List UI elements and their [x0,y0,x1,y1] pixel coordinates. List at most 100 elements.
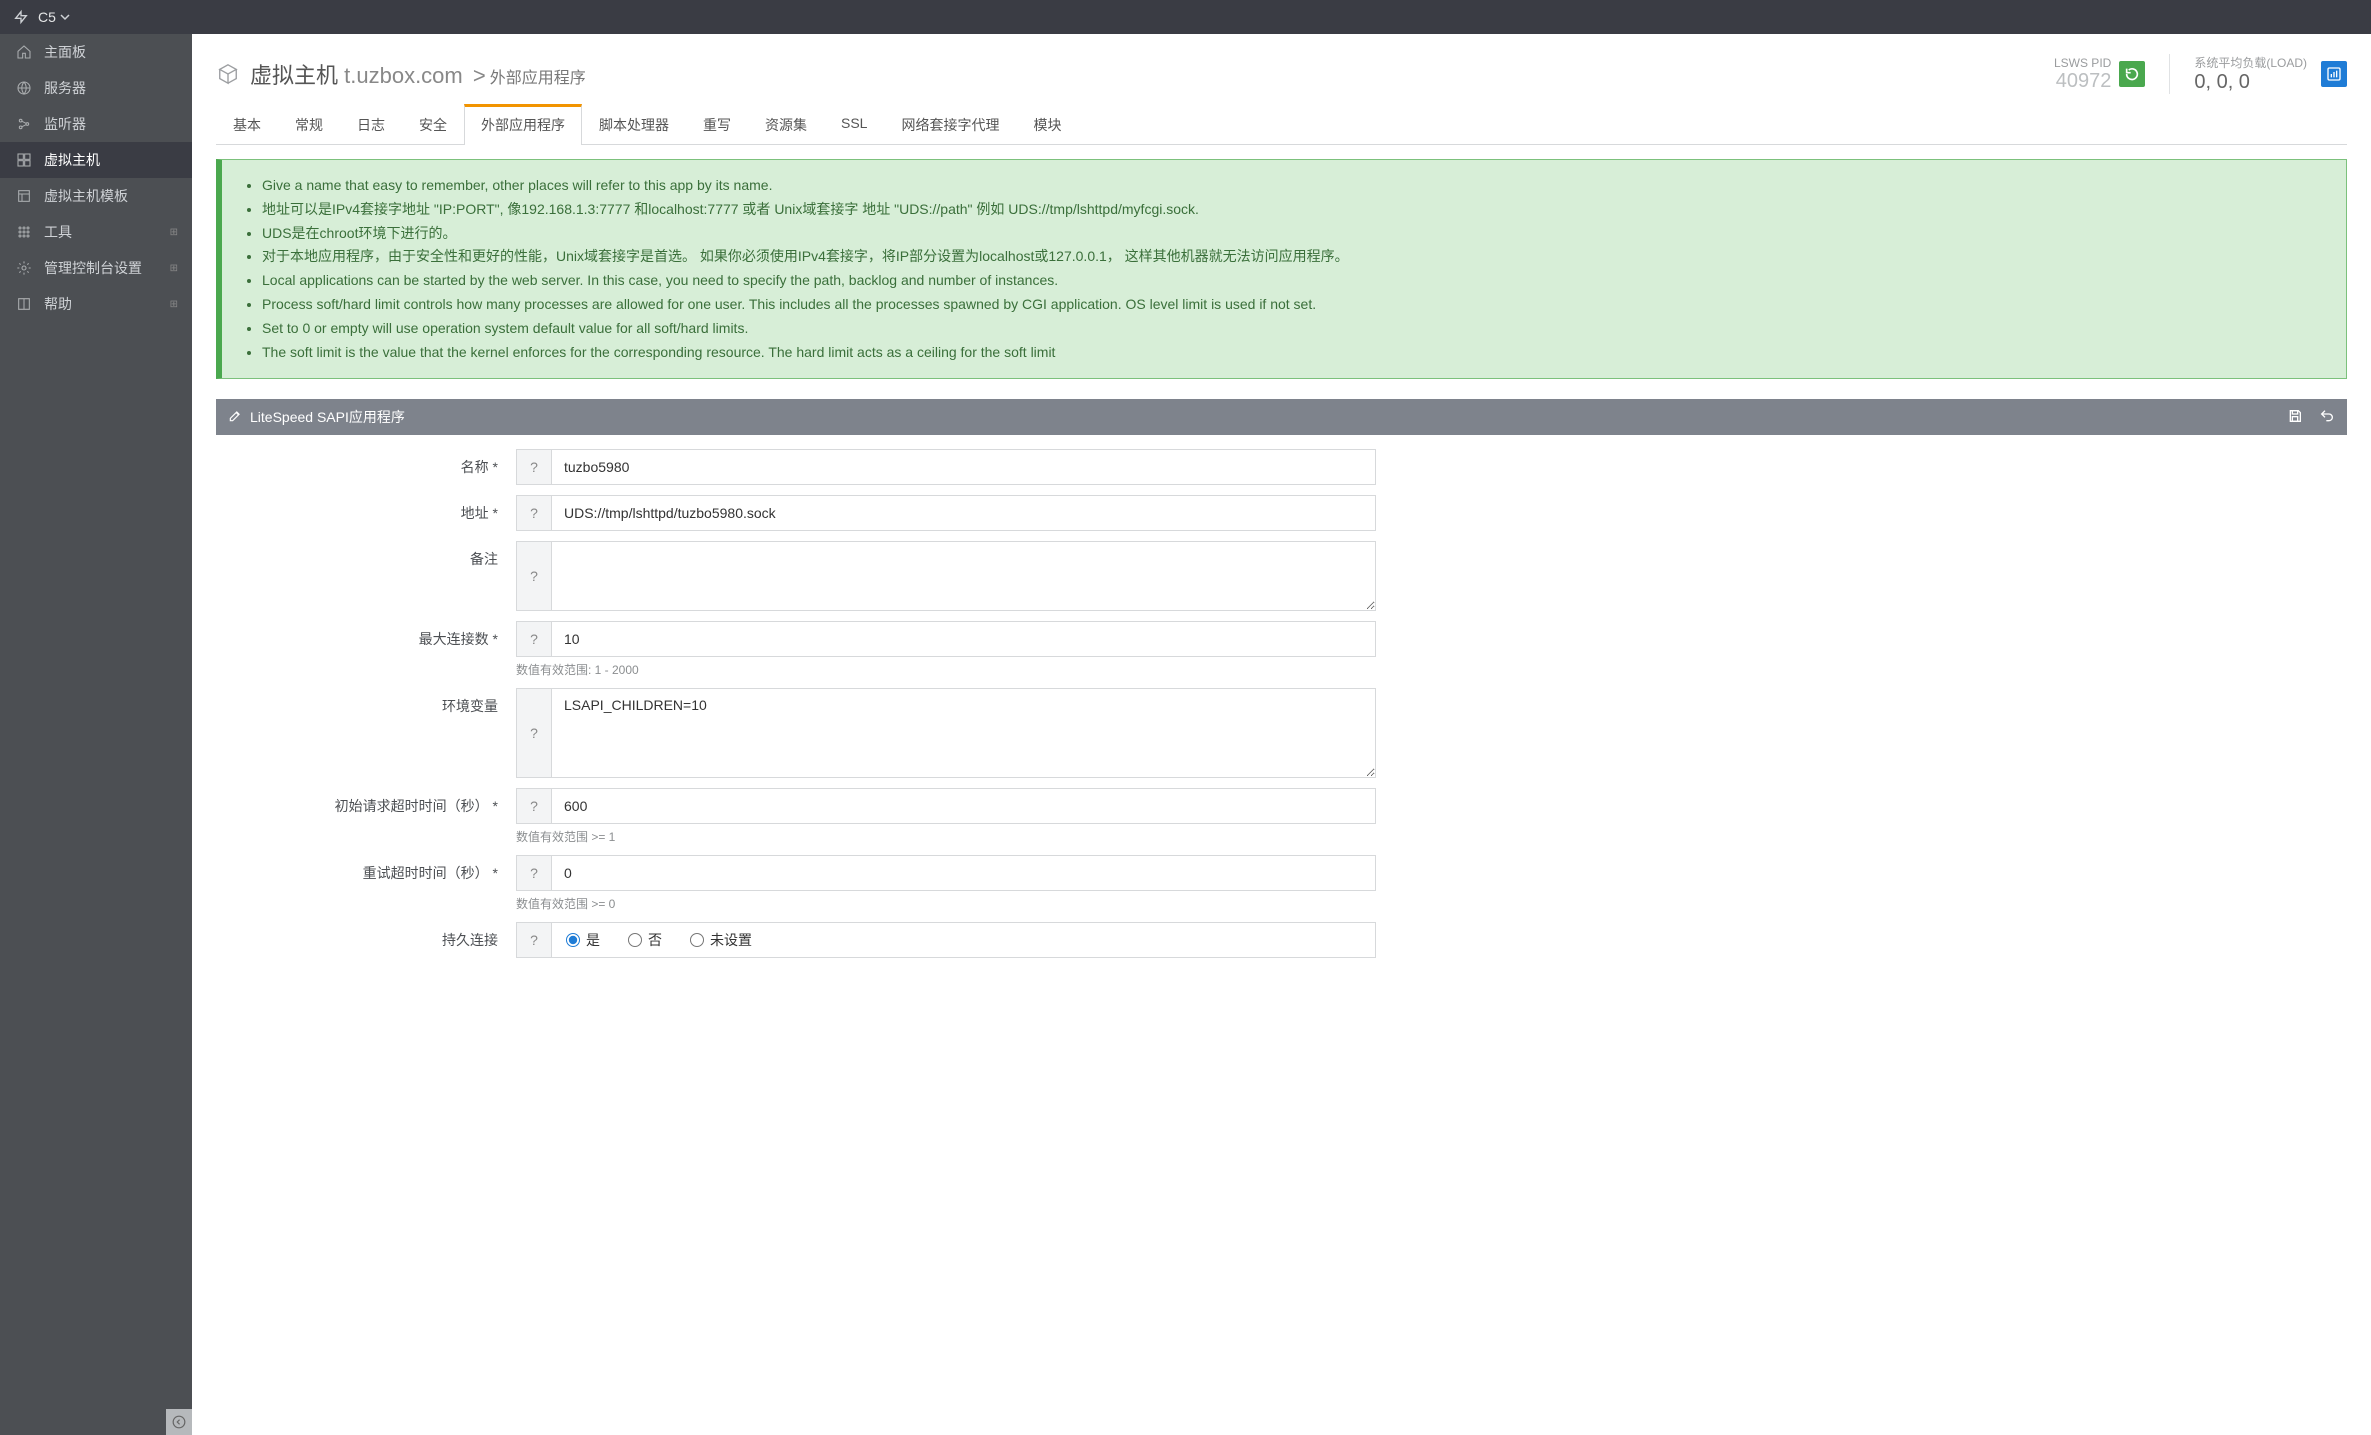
hint-retry-timeout: 数值有效范围 >= 0 [516,895,1376,912]
sidebar-item-7[interactable]: 帮助 ⊞ [0,286,192,322]
tab-1[interactable]: 常规 [278,104,340,145]
globe-icon [14,80,34,96]
label-address: 地址 * [216,495,516,531]
arrow-left-icon [172,1415,186,1429]
name-input[interactable] [552,449,1376,485]
grid-icon [14,224,34,240]
panel-body: 名称 * ? 地址 * ? [216,435,2347,982]
help-box: Give a name that easy to remember, other… [216,159,2347,379]
back-button[interactable] [2319,408,2335,427]
lsws-pid-block: LSWS PID 40972 [2054,56,2111,93]
page-title: 虚拟主机 t.uzbox.com >外部应用程序 [250,58,586,90]
stats-button[interactable] [2321,61,2347,87]
sidebar-item-label: 监听器 [44,114,86,134]
help-icon-notes[interactable]: ? [516,541,552,611]
book-icon [14,296,34,312]
radio-persistent-no[interactable]: 否 [628,930,662,950]
gear-icon [14,260,34,276]
sidebar-item-0[interactable]: 主面板 [0,34,192,70]
sidebar-item-5[interactable]: 工具 ⊞ [0,214,192,250]
save-icon [2287,408,2303,424]
tab-6[interactable]: 重写 [686,104,748,145]
edit-icon [228,409,242,426]
undo-icon [2319,408,2335,424]
chevron-down-icon [60,12,70,22]
radio-persistent-unset[interactable]: 未设置 [690,930,752,950]
sidebar-collapse-button[interactable] [166,1409,192,1435]
help-line: Set to 0 or empty will use operation sys… [262,317,2326,341]
env-input[interactable]: LSAPI_CHILDREN=10 [552,688,1376,778]
link-icon [14,116,34,132]
sidebar-item-label: 帮助 [44,294,72,314]
label-maxconn: 最大连接数 * [216,621,516,678]
help-icon-init-timeout[interactable]: ? [516,788,552,824]
load-avg-block: 系统平均负载(LOAD) 0, 0, 0 [2169,54,2307,94]
help-icon-maxconn[interactable]: ? [516,621,552,657]
label-notes: 备注 [216,541,516,611]
tab-4[interactable]: 外部应用程序 [464,104,582,145]
save-button[interactable] [2287,408,2303,427]
tab-0[interactable]: 基本 [216,104,278,145]
sidebar-item-6[interactable]: 管理控制台设置 ⊞ [0,250,192,286]
radio-persistent-yes[interactable]: 是 [566,930,600,950]
help-icon-name[interactable]: ? [516,449,552,485]
chart-icon [2326,66,2342,82]
help-line: 地址可以是IPv4套接字地址 "IP:PORT", 像192.168.1.3:7… [262,198,2326,222]
logo-icon [12,8,30,26]
sidebar-item-label: 虚拟主机 [44,150,100,170]
topbar: C5 [0,0,2371,34]
sidebar-item-label: 主面板 [44,42,86,62]
sidebar-item-label: 工具 [44,222,72,242]
site-selector[interactable]: C5 [38,9,70,25]
sidebar: 主面板服务器监听器虚拟主机虚拟主机模板工具 ⊞ 管理控制台设置 ⊞ 帮助 ⊞ [0,34,192,1435]
help-line: Local applications can be started by the… [262,269,2326,293]
sidebar-item-label: 管理控制台设置 [44,258,142,278]
tab-7[interactable]: 资源集 [748,104,824,145]
tab-9[interactable]: 网络套接字代理 [884,104,1016,145]
help-line: 对于本地应用程序，由于安全性和更好的性能，Unix域套接字是首选。 如果你必须使… [262,245,2326,269]
help-line: The soft limit is the value that the ker… [262,341,2326,365]
tab-3[interactable]: 安全 [402,104,464,145]
boxes-icon [14,152,34,168]
retry-timeout-input[interactable] [552,855,1376,891]
panel-title: LiteSpeed SAPI应用程序 [250,407,405,427]
label-persistent: 持久连接 [216,922,516,958]
notes-input[interactable] [552,541,1376,611]
refresh-icon [2124,66,2140,82]
help-icon-env[interactable]: ? [516,688,552,778]
expand-icon: ⊞ [170,263,178,274]
cube-icon [216,62,240,86]
tab-10[interactable]: 模块 [1016,104,1078,145]
form-panel: LiteSpeed SAPI应用程序 名称 * ? [216,399,2347,982]
help-icon-retry-timeout[interactable]: ? [516,855,552,891]
help-icon-persistent[interactable]: ? [516,922,552,958]
address-input[interactable] [552,495,1376,531]
expand-icon: ⊞ [170,299,178,310]
sidebar-item-1[interactable]: 服务器 [0,70,192,106]
label-init-timeout: 初始请求超时时间（秒） * [216,788,516,845]
home-icon [14,44,34,60]
sidebar-item-label: 服务器 [44,78,86,98]
tabs: 基本常规日志安全外部应用程序脚本处理器重写资源集SSL网络套接字代理模块 [216,104,2347,145]
label-name: 名称 * [216,449,516,485]
expand-icon: ⊞ [170,227,178,238]
sidebar-item-4[interactable]: 虚拟主机模板 [0,178,192,214]
help-icon-address[interactable]: ? [516,495,552,531]
tab-5[interactable]: 脚本处理器 [582,104,686,145]
restart-button[interactable] [2119,61,2145,87]
tab-8[interactable]: SSL [824,104,884,145]
init-timeout-input[interactable] [552,788,1376,824]
sidebar-item-2[interactable]: 监听器 [0,106,192,142]
hint-maxconn: 数值有效范围: 1 - 2000 [516,661,1376,678]
help-line: UDS是在chroot环境下进行的。 [262,222,2326,246]
hint-init-timeout: 数值有效范围 >= 1 [516,828,1376,845]
site-selector-label: C5 [38,9,56,25]
tab-2[interactable]: 日志 [340,104,402,145]
label-retry-timeout: 重试超时时间（秒） * [216,855,516,912]
label-env: 环境变量 [216,688,516,778]
main-content: 虚拟主机 t.uzbox.com >外部应用程序 LSWS PID 40972 … [192,34,2371,1435]
page-header: 虚拟主机 t.uzbox.com >外部应用程序 LSWS PID 40972 … [216,54,2347,94]
maxconn-input[interactable] [552,621,1376,657]
help-line: Process soft/hard limit controls how man… [262,293,2326,317]
sidebar-item-3[interactable]: 虚拟主机 [0,142,192,178]
